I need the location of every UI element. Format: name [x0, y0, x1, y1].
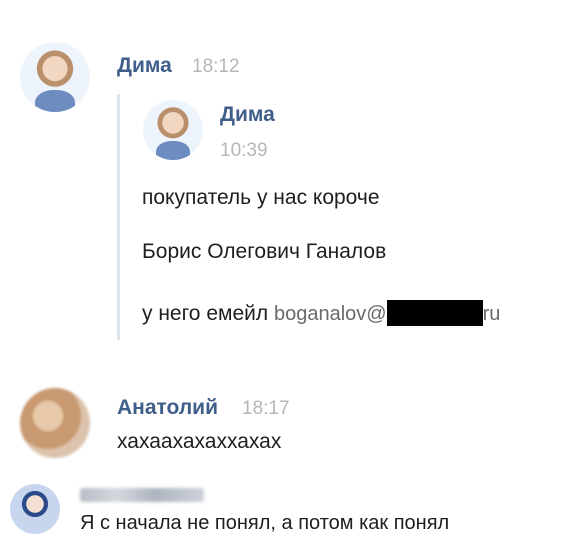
message-text: Я с начала не понял, а потом как понял — [80, 512, 450, 534]
email-lead-text: у него емейл — [142, 302, 269, 325]
email-prefix: boganalov@ — [273, 303, 387, 325]
avatar-dima-forwarded[interactable] — [143, 100, 203, 160]
blurred-author-name — [80, 488, 204, 502]
message-text: хахаахахаххахах — [117, 430, 282, 453]
message-time: 18:12 — [192, 56, 240, 77]
avatar-user[interactable] — [10, 484, 60, 534]
author-name-anatoly[interactable]: Анатолий — [117, 396, 218, 420]
author-name-dima[interactable]: Дима — [117, 54, 172, 78]
redaction-box — [386, 300, 483, 326]
forward-quote-bar — [117, 94, 120, 340]
forwarded-line-2: Борис Олегович Ганалов — [142, 240, 387, 263]
avatar-anatoly[interactable] — [20, 388, 90, 458]
forwarded-line-1: покупатель у нас короче — [142, 186, 380, 209]
forwarded-time: 10:39 — [220, 140, 268, 161]
message-time: 18:17 — [242, 398, 290, 419]
avatar-dima[interactable] — [20, 42, 90, 112]
forwarded-line-3: у него емейл boganalov@ ru — [142, 300, 500, 326]
forwarded-author-name[interactable]: Дима — [220, 103, 275, 127]
email-suffix: ru — [482, 303, 501, 325]
